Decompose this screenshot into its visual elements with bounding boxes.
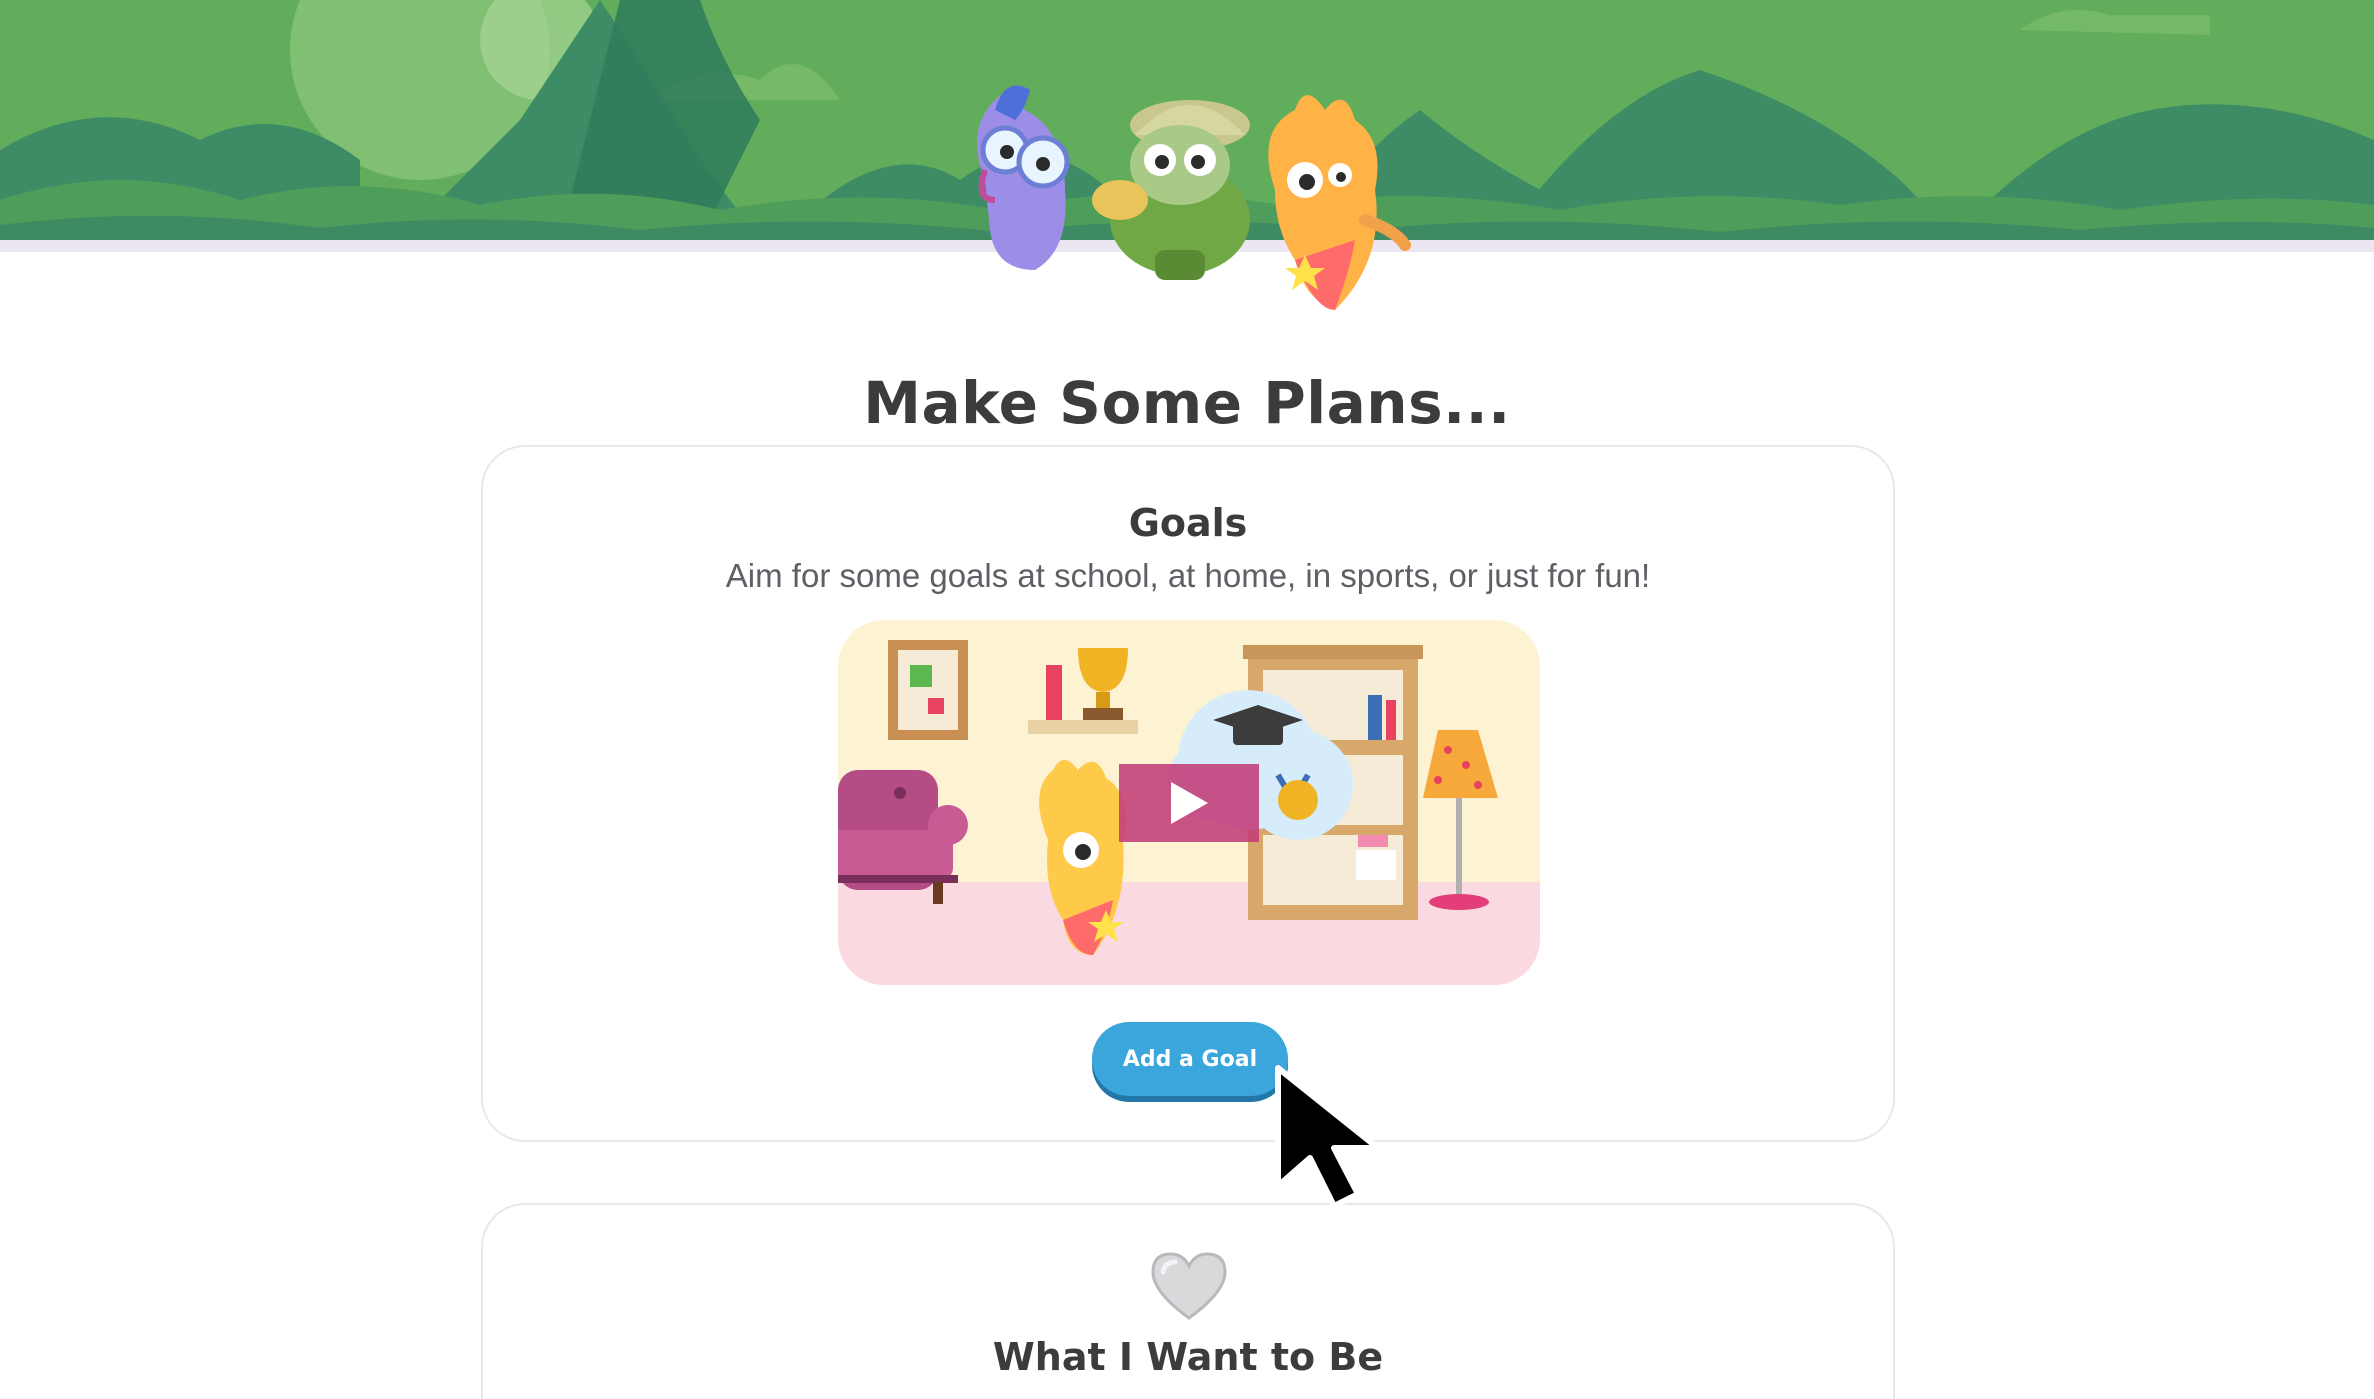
goals-title: Goals bbox=[1128, 501, 1248, 545]
goals-card: Goals Aim for some goals at school, at h… bbox=[481, 445, 1895, 1142]
what-i-want-to-be-title: What I Want to Be bbox=[992, 1335, 1384, 1379]
heart-icon bbox=[1151, 1252, 1227, 1320]
goals-video-thumbnail[interactable] bbox=[838, 620, 1540, 985]
goals-description: Aim for some goals at school, at home, i… bbox=[725, 557, 1651, 594]
mascots-illustration bbox=[977, 85, 1411, 310]
what-i-want-to-be-card: What I Want to Be bbox=[481, 1203, 1895, 1399]
goals-room-illustration bbox=[838, 620, 1540, 985]
page-title: Make Some Plans... bbox=[863, 368, 1511, 437]
page: Make Some Plans... Goals Aim for some go… bbox=[0, 0, 2374, 1399]
add-goal-button[interactable]: Add a Goal bbox=[1092, 1022, 1288, 1096]
